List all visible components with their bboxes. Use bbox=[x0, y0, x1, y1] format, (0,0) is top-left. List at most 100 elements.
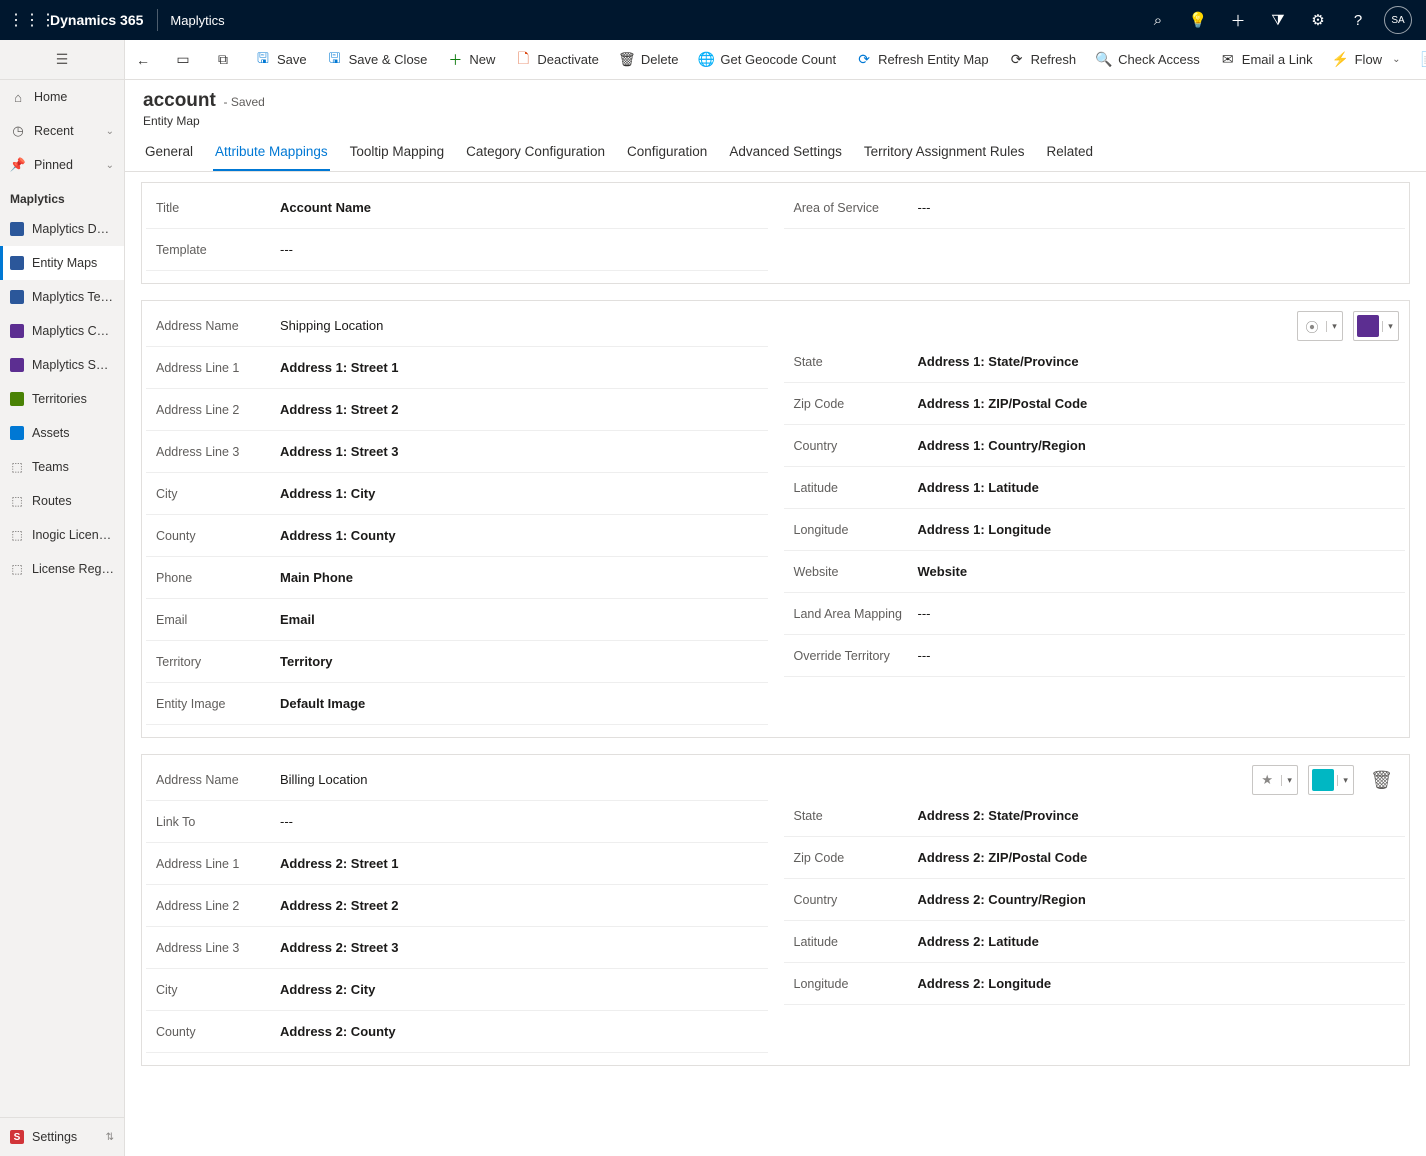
tab-territory-assignment-rules[interactable]: Territory Assignment Rules bbox=[862, 138, 1027, 171]
hamburger-icon[interactable]: ☰ bbox=[0, 40, 124, 80]
field-row[interactable]: StateAddress 2: State/Province bbox=[784, 795, 1406, 837]
trash-icon: 🗑 bbox=[619, 52, 635, 68]
field-row[interactable]: Override Territory--- bbox=[784, 635, 1406, 677]
field-row[interactable]: Entity ImageDefault Image bbox=[146, 683, 768, 725]
form-content[interactable]: TitleAccount NameTemplate--- Area of Ser… bbox=[125, 172, 1426, 1156]
color-picker[interactable]: ▾ bbox=[1353, 311, 1399, 341]
entity-icon bbox=[10, 222, 24, 236]
field-label: Latitude bbox=[788, 935, 918, 949]
sidebar-item[interactable]: ⬚Routes bbox=[0, 484, 124, 518]
search-icon[interactable]: ⌕ bbox=[1138, 0, 1178, 40]
sidebar-item[interactable]: Assets bbox=[0, 416, 124, 450]
field-row[interactable]: CountyAddress 2: County bbox=[146, 1011, 768, 1053]
sidebar-item[interactable]: Maplytics Dashboard... bbox=[0, 212, 124, 246]
field-row[interactable]: LatitudeAddress 1: Latitude bbox=[784, 467, 1406, 509]
color-picker[interactable]: ▾ bbox=[1308, 765, 1354, 795]
tab-category-configuration[interactable]: Category Configuration bbox=[464, 138, 607, 171]
field-row[interactable]: Address Line 2Address 2: Street 2 bbox=[146, 885, 768, 927]
new-button[interactable]: ＋New bbox=[437, 40, 505, 80]
field-row[interactable]: Address Line 1Address 1: Street 1 bbox=[146, 347, 768, 389]
sidebar-item[interactable]: ⬚Inogic License Details bbox=[0, 518, 124, 552]
tab-tooltip-mapping[interactable]: Tooltip Mapping bbox=[348, 138, 447, 171]
tab-attribute-mappings[interactable]: Attribute Mappings bbox=[213, 138, 330, 171]
section-general: TitleAccount NameTemplate--- Area of Ser… bbox=[141, 182, 1410, 284]
field-row[interactable]: Address Line 1Address 2: Street 1 bbox=[146, 843, 768, 885]
lightbulb-icon[interactable]: 💡 bbox=[1178, 0, 1218, 40]
save-close-button[interactable]: 🖫Save & Close bbox=[317, 40, 438, 80]
field-row[interactable]: CityAddress 1: City bbox=[146, 473, 768, 515]
field-row[interactable]: Address NameShipping Location bbox=[146, 305, 768, 347]
field-row[interactable]: Zip CodeAddress 2: ZIP/Postal Code bbox=[784, 837, 1406, 879]
refresh-map-button[interactable]: ⟳Refresh Entity Map bbox=[846, 40, 999, 80]
sidebar-item[interactable]: Maplytics Templates bbox=[0, 280, 124, 314]
save-button[interactable]: 🖫Save bbox=[245, 40, 317, 80]
field-label: Phone bbox=[150, 571, 280, 585]
app-launcher-icon[interactable]: ⋮⋮⋮ bbox=[8, 10, 40, 30]
word-templates-button[interactable]: 📄Word Templates⌄ bbox=[1410, 40, 1426, 80]
settings-app-icon: S bbox=[10, 1130, 24, 1144]
field-row[interactable]: WebsiteWebsite bbox=[784, 551, 1406, 593]
email-link-button[interactable]: ✉Email a Link bbox=[1210, 40, 1323, 80]
sidebar-item[interactable]: Maplytics Configurat... bbox=[0, 314, 124, 348]
field-value: Territory bbox=[280, 654, 764, 669]
delete-button[interactable]: 🗑Delete bbox=[609, 40, 689, 80]
delete-section-button[interactable]: 🗑 bbox=[1364, 770, 1399, 791]
sidebar-settings[interactable]: S Settings ⇅ bbox=[0, 1118, 124, 1156]
field-row[interactable]: Template--- bbox=[146, 229, 768, 271]
field-row[interactable]: LongitudeAddress 2: Longitude bbox=[784, 963, 1406, 1005]
deactivate-icon: 🗋 bbox=[515, 52, 531, 68]
sidebar-item[interactable]: ⬚License Registration bbox=[0, 552, 124, 586]
page-title: account bbox=[143, 90, 216, 111]
sidebar-pinned[interactable]: 📌Pinned⌄ bbox=[0, 148, 124, 182]
field-row[interactable]: Area of Service--- bbox=[784, 187, 1406, 229]
pushpin-picker[interactable]: ★▾ bbox=[1252, 765, 1298, 795]
tab-general[interactable]: General bbox=[143, 138, 195, 171]
tab-configuration[interactable]: Configuration bbox=[625, 138, 709, 171]
flow-button[interactable]: ⚡Flow⌄ bbox=[1323, 40, 1411, 80]
field-value: --- bbox=[918, 200, 1402, 215]
entity-icon: ⬚ bbox=[10, 460, 24, 474]
field-row[interactable]: CountryAddress 2: Country/Region bbox=[784, 879, 1406, 921]
field-row[interactable]: LongitudeAddress 1: Longitude bbox=[784, 509, 1406, 551]
field-row[interactable]: Address Line 3Address 1: Street 3 bbox=[146, 431, 768, 473]
sidebar-item[interactable]: Maplytics Security Te... bbox=[0, 348, 124, 382]
field-row[interactable]: CountryAddress 1: Country/Region bbox=[784, 425, 1406, 467]
help-icon[interactable]: ? bbox=[1338, 0, 1378, 40]
refresh-button[interactable]: ⟳Refresh bbox=[999, 40, 1087, 80]
field-row[interactable]: CityAddress 2: City bbox=[146, 969, 768, 1011]
field-row[interactable]: Address NameBilling Location bbox=[146, 759, 768, 801]
section-tools: ⦿▾ ▾ bbox=[784, 305, 1406, 341]
back-button[interactable]: ← bbox=[125, 40, 161, 80]
field-label: Zip Code bbox=[788, 397, 918, 411]
check-access-button[interactable]: 🔍Check Access bbox=[1086, 40, 1210, 80]
panel-button[interactable]: ▭ bbox=[165, 40, 201, 80]
field-row[interactable]: Address Line 2Address 1: Street 2 bbox=[146, 389, 768, 431]
pushpin-picker[interactable]: ⦿▾ bbox=[1297, 311, 1343, 341]
field-row[interactable]: EmailEmail bbox=[146, 599, 768, 641]
field-row[interactable]: CountyAddress 1: County bbox=[146, 515, 768, 557]
sidebar-home[interactable]: ⌂Home bbox=[0, 80, 124, 114]
sidebar-recent[interactable]: ◷Recent⌄ bbox=[0, 114, 124, 148]
plus-icon[interactable]: ＋ bbox=[1218, 0, 1258, 40]
sidebar-item[interactable]: ⬚Teams bbox=[0, 450, 124, 484]
field-row[interactable]: Zip CodeAddress 1: ZIP/Postal Code bbox=[784, 383, 1406, 425]
app-name[interactable]: Maplytics bbox=[162, 13, 232, 28]
field-row[interactable]: PhoneMain Phone bbox=[146, 557, 768, 599]
tab-related[interactable]: Related bbox=[1044, 138, 1095, 171]
field-row[interactable]: TerritoryTerritory bbox=[146, 641, 768, 683]
popout-button[interactable]: ⧉ bbox=[205, 40, 241, 80]
sidebar-item[interactable]: Entity Maps bbox=[0, 246, 124, 280]
tab-advanced-settings[interactable]: Advanced Settings bbox=[727, 138, 844, 171]
field-row[interactable]: TitleAccount Name bbox=[146, 187, 768, 229]
gear-icon[interactable]: ⚙ bbox=[1298, 0, 1338, 40]
field-row[interactable]: LatitudeAddress 2: Latitude bbox=[784, 921, 1406, 963]
sidebar-item[interactable]: Territories bbox=[0, 382, 124, 416]
field-row[interactable]: Land Area Mapping--- bbox=[784, 593, 1406, 635]
field-row[interactable]: Address Line 3Address 2: Street 3 bbox=[146, 927, 768, 969]
avatar[interactable]: SA bbox=[1384, 6, 1412, 34]
filter-icon[interactable]: ⧩ bbox=[1258, 0, 1298, 40]
deactivate-button[interactable]: 🗋Deactivate bbox=[505, 40, 608, 80]
field-row[interactable]: StateAddress 1: State/Province bbox=[784, 341, 1406, 383]
field-row[interactable]: Link To--- bbox=[146, 801, 768, 843]
geocode-button[interactable]: 🌐Get Geocode Count bbox=[688, 40, 846, 80]
